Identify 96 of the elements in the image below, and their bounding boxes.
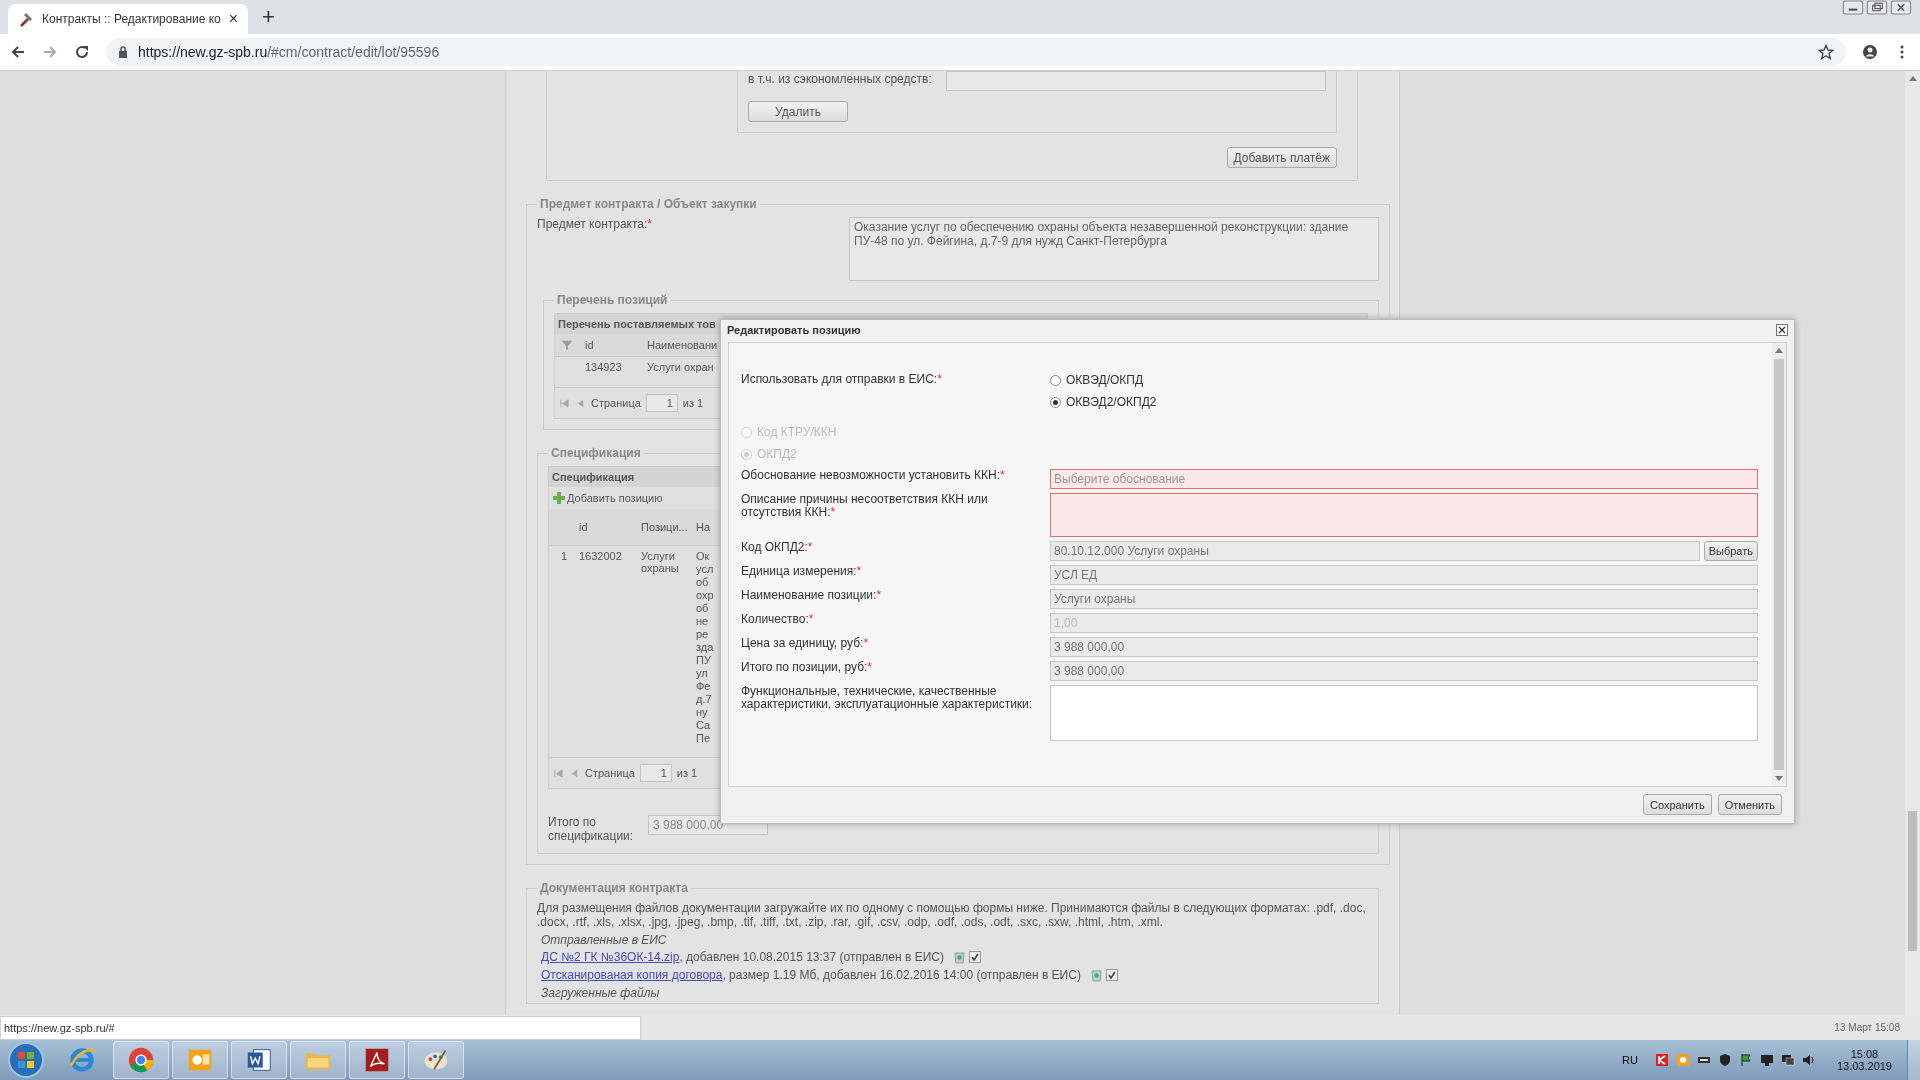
field-label: Количество:* [741, 613, 815, 626]
checkbox[interactable] [969, 951, 981, 963]
add-position-button[interactable]: Добавить позицию [553, 492, 663, 504]
radio-button[interactable] [1050, 396, 1061, 408]
pager-label: Страница [585, 767, 635, 779]
textarea-field[interactable] [1050, 493, 1758, 537]
forward-icon[interactable] [42, 44, 58, 60]
shield-icon[interactable] [1717, 1053, 1732, 1067]
field-label: Код ОКПД2:* [741, 541, 814, 554]
app-tray-icon[interactable] [1675, 1053, 1690, 1067]
field-label: Цена за единицу, руб:* [741, 637, 870, 650]
subject-textarea[interactable]: Оказание услуг по обеспечению охраны объекта незавершенной реконструкции: здание ПУ-48 по ул. Фейгина, д.7-9 для нужд Санкт-Петербурга [849, 217, 1379, 281]
column-header[interactable]: id [579, 339, 641, 351]
list-heading: Отправленные в ЕИС [541, 933, 668, 947]
lock-icon [118, 46, 128, 58]
language-indicator[interactable]: RU [1622, 1054, 1638, 1066]
scrollbar-thumb[interactable] [1908, 811, 1917, 951]
browser-icon[interactable] [126, 1045, 156, 1075]
minimize-icon[interactable] [1842, 0, 1864, 15]
table-cell-text: 134923 [584, 361, 623, 375]
upload-note: Для размещения файлов документации загружайте их по одному с помощью формы ниже. Принимаются файлы в следующих форматах: .pdf, .doc, .docx, .rtf, .xls, .xlsx, .jpg, .jpeg, .bmp, .tif, .tiff, .txt, .zip, .rar, .gif, .csv, .odp, .odf, .ods, .odt, .sxc, .sxw, .html, .htm, .xml. [537, 901, 1367, 929]
antivirus-icon[interactable] [1654, 1053, 1669, 1067]
scrollbar-thumb[interactable] [1774, 359, 1784, 770]
choose-button[interactable]: Выбрать [1703, 541, 1758, 561]
column-header[interactable]: Позици... [635, 521, 692, 533]
dialog-button[interactable]: Отменить [1717, 794, 1782, 815]
clock-time[interactable]: 15:08 [1850, 1048, 1879, 1060]
radio-label[interactable]: ОКВЭД/ОКПД [1066, 373, 1144, 387]
field-label: в т.ч. из сэкономленных средств: [748, 72, 932, 86]
field-label: Единица измерения:* [741, 565, 863, 578]
section-legend: Спецификация [548, 446, 644, 460]
radio-button[interactable] [1050, 374, 1061, 386]
volume-icon[interactable] [1801, 1053, 1816, 1067]
page-field[interactable]: 1 [639, 764, 672, 782]
page-clock: 13 Март 15:08 [1834, 1022, 1900, 1033]
table-cell-text: Услуги охраны [640, 550, 680, 576]
display-icon[interactable] [1759, 1053, 1774, 1067]
code-field[interactable]: 80.10.12.000 Услуги охраны [1050, 541, 1700, 561]
scroll-up-icon[interactable] [1907, 74, 1918, 82]
delete-button[interactable]: Удалить [748, 101, 848, 122]
dialog-button[interactable]: Сохранить [1643, 794, 1712, 815]
radio-label[interactable]: ОКВЭД2/ОКПД2 [1066, 395, 1157, 409]
savings-field[interactable] [945, 71, 1326, 91]
text-field[interactable]: 3 988 000,00 [1050, 661, 1758, 681]
clock-date[interactable]: 13.03.2019 [1836, 1060, 1892, 1072]
list-heading: Загруженные файлы [541, 986, 661, 1000]
tab-title[interactable]: Контракты :: Редактирование ко [42, 12, 221, 26]
star-icon[interactable] [1818, 44, 1834, 60]
close-icon[interactable] [1776, 324, 1788, 336]
address-bar[interactable]: https://new.gz-spb.ru/#cm/contract/edit/lot/95596 [106, 38, 1846, 66]
network-icon[interactable] [1780, 1053, 1795, 1067]
status-url: https://new.gz-spb.ru/# [0, 1016, 641, 1040]
text-field[interactable]: Услуги охраны [1050, 589, 1758, 609]
section-legend: Предмет контракта / Объект закупки [537, 197, 760, 211]
field-label: Предмет контракта:* [537, 217, 653, 233]
file-details: , размер 1.19 Мб, добавлен 16.02.2016 14:00 (отправлен в ЕИС) [722, 968, 1081, 982]
url-text: https://new.gz-spb.ru/#cm/contract/edit/lot/95596 [138, 44, 441, 60]
tab-close-button[interactable]: × [228, 10, 238, 28]
column-header[interactable]: На [692, 520, 718, 534]
add-payment-button[interactable]: Добавить платёж [1226, 147, 1337, 168]
account-icon[interactable] [1862, 44, 1878, 60]
field-label: Наименование позиции:* [741, 589, 883, 602]
field-label: Описание причины несоответствия ККН или отсутствия ККН:* [741, 493, 989, 519]
dialog-title: Редактировать позицию [727, 324, 861, 336]
show-desktop-button[interactable] [1907, 1040, 1920, 1080]
page-field[interactable]: 1 [645, 394, 678, 412]
new-tab-button[interactable]: + [262, 4, 275, 30]
row-number: 1 [559, 550, 568, 564]
table-cell-text: Ок усл об охр об не ре зда ПУ ул Фе д.7 ну Са Пе [695, 550, 715, 745]
field-label: Итого по позиции, руб:* [741, 661, 874, 674]
table-cell-text: Услуги охран [646, 361, 715, 375]
scroll-down-icon[interactable] [1774, 775, 1784, 783]
checkbox[interactable] [1105, 969, 1118, 981]
section-legend: Перечень позиций [554, 293, 671, 307]
scroll-up-icon[interactable] [1774, 346, 1784, 354]
reload-icon[interactable] [74, 44, 90, 60]
text-field[interactable]: УСЛ ЕД [1050, 565, 1758, 585]
pager-label: из 1 [676, 767, 698, 779]
pager-label: Страница [591, 397, 641, 409]
flag-icon[interactable] [1738, 1053, 1753, 1067]
file-details: , добавлен 10.08.2015 13:37 (отправлен в ЕИС) [679, 950, 944, 964]
table-cell-text: 1632002 [578, 550, 623, 564]
column-header[interactable]: id [573, 521, 635, 533]
tools-icon [18, 11, 34, 27]
textarea-field[interactable] [1050, 685, 1758, 741]
section-legend: Документация контракта [537, 881, 691, 895]
restore-icon[interactable] [1866, 0, 1888, 15]
start-button[interactable] [6, 1040, 46, 1080]
globe-icon[interactable] [67, 1045, 97, 1075]
pager-label: из 1 [682, 397, 704, 409]
field-label: Обоснование невозможности установить ККН:* [741, 469, 1006, 482]
text-field[interactable]: 3 988 000,00 [1050, 637, 1758, 657]
field-label: Функциональные, технические, качественные характеристики, эксплуатационные характеристики: [741, 685, 1034, 711]
back-icon[interactable] [10, 44, 26, 60]
field-label: Использовать для отправки в ЕИС:* [741, 373, 943, 388]
plus-icon [553, 492, 565, 504]
